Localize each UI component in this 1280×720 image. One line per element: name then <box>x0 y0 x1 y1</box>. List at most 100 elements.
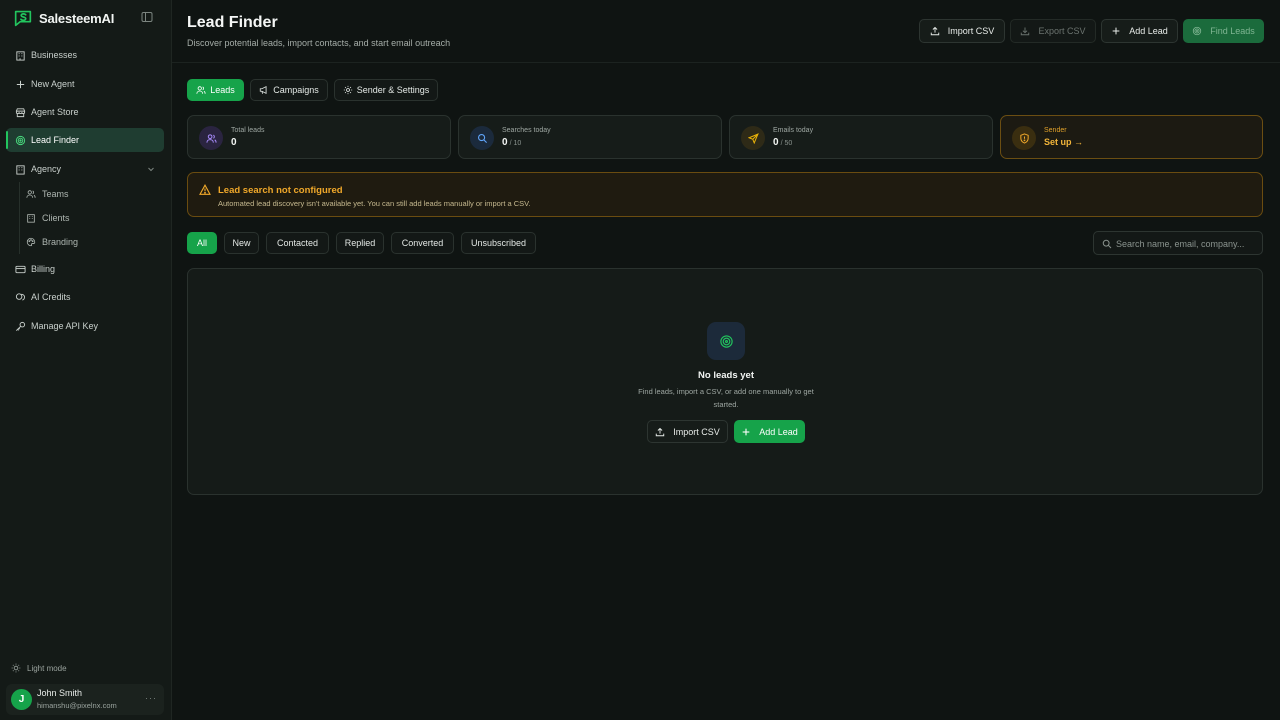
stat-value: 0/ 10 <box>502 137 521 148</box>
find-leads-button[interactable]: Find Leads <box>1183 19 1264 43</box>
stat-value: 0 <box>231 137 237 148</box>
empty-state-title: No leads yet <box>698 370 754 381</box>
sidebar-subitem-label: Teams <box>42 189 69 199</box>
salesteem-logo-icon <box>14 10 32 27</box>
sidebar-subitem-label: Branding <box>42 237 79 247</box>
tab-sender-settings[interactable]: Sender & Settings <box>334 79 438 101</box>
stat-number: 0 <box>773 137 779 148</box>
import-csv-button[interactable]: Import CSV <box>919 19 1005 43</box>
filter-converted[interactable]: Converted <box>391 232 454 254</box>
stat-limit: / 10 <box>509 140 522 147</box>
tab-campaigns[interactable]: Campaigns <box>250 79 328 101</box>
submenu-guide-line <box>19 182 20 254</box>
stat-icon-box <box>470 126 494 150</box>
sidebar-item-new-agent[interactable]: New Agent <box>6 72 164 96</box>
sidebar-item-businesses[interactable]: Businesses <box>6 43 164 67</box>
stat-value: 0/ 50 <box>773 137 792 148</box>
stat-label: Emails today <box>773 127 814 134</box>
stat-icon-box <box>199 126 223 150</box>
brand[interactable]: SalesteemAI <box>12 8 162 28</box>
sidebar-item-label: Billing <box>31 264 56 274</box>
plus-icon <box>1112 27 1120 35</box>
page-title: Lead Finder <box>187 14 278 31</box>
sidebar-item-manage-api-key[interactable]: Manage API Key <box>6 314 164 338</box>
send-icon <box>747 132 759 144</box>
sidebar-subitem-clients[interactable]: Clients <box>26 208 162 228</box>
sidebar-subitem-teams[interactable]: Teams <box>26 184 162 204</box>
empty-state-icon-box <box>707 322 745 360</box>
filter-contacted[interactable]: Contacted <box>266 232 329 254</box>
sidebar-subitem-branding[interactable]: Branding <box>26 232 162 252</box>
sidebar-item-label: Lead Finder <box>31 135 80 145</box>
shield-alert-icon <box>1019 132 1029 144</box>
filter-all[interactable]: All <box>187 232 217 254</box>
stat-label: Searches today <box>502 127 551 134</box>
store-icon <box>15 107 26 117</box>
stat-emails-today: Emails today 0/ 50 <box>729 115 993 159</box>
stat-searches-today: Searches today 0/ 10 <box>458 115 722 159</box>
import-csv-label: Import CSV <box>947 26 995 36</box>
sidebar-item-agency[interactable]: Agency <box>6 157 164 181</box>
users-icon <box>205 133 217 143</box>
export-csv-label: Export CSV <box>1038 26 1086 36</box>
plus-icon <box>742 428 750 435</box>
building-icon <box>16 50 25 61</box>
sidebar-item-label: Agency <box>31 164 62 174</box>
search-icon <box>1102 239 1112 249</box>
chevron-down-icon[interactable] <box>147 165 155 173</box>
empty-add-lead-button[interactable]: Add Lead <box>734 420 805 443</box>
sidebar-subitem-label: Clients <box>42 213 70 223</box>
target-icon <box>719 334 733 348</box>
add-lead-label: Add Lead <box>759 426 798 437</box>
warning-title: Lead search not configured <box>218 185 343 196</box>
sidebar-item-label: Agent Store <box>31 107 79 117</box>
warning-icon <box>199 184 211 195</box>
sidebar-item-label: Businesses <box>31 50 78 60</box>
empty-import-csv-button[interactable]: Import CSV <box>647 420 728 443</box>
sidebar-item-label: Manage API Key <box>31 321 99 331</box>
sidebar-item-agent-store[interactable]: Agent Store <box>6 100 164 124</box>
tab-leads[interactable]: Leads <box>187 79 244 101</box>
sidebar-item-ai-credits[interactable]: AI Credits <box>6 285 164 309</box>
users-icon <box>26 190 36 198</box>
users-icon <box>196 86 206 94</box>
sender-setup-link[interactable]: Set up → <box>1044 137 1083 147</box>
search-input[interactable] <box>1116 236 1258 251</box>
upload-icon <box>656 427 665 436</box>
stat-number: 0 <box>502 137 508 148</box>
search-box[interactable] <box>1093 231 1263 255</box>
tab-label: Campaigns <box>273 85 319 95</box>
user-email: himanshu@pixelnx.com <box>37 701 117 710</box>
empty-state-description: Find leads, import a CSV, or add one man… <box>638 387 814 409</box>
user-name: John Smith <box>37 688 83 698</box>
sidebar-toggle-icon[interactable] <box>141 11 153 23</box>
more-options-icon[interactable]: ··· <box>145 693 157 703</box>
credit-card-icon <box>15 265 26 273</box>
key-icon <box>16 321 26 331</box>
add-lead-label: Add Lead <box>1129 26 1168 36</box>
filter-unsubscribed[interactable]: Unsubscribed <box>461 232 536 254</box>
sidebar-item-lead-finder[interactable]: Lead Finder <box>6 128 164 152</box>
add-lead-button[interactable]: Add Lead <box>1101 19 1178 43</box>
sidebar-item-label: New Agent <box>31 79 75 89</box>
gear-icon <box>343 85 352 95</box>
sidebar-item-billing[interactable]: Billing <box>6 257 164 281</box>
light-mode-label: Light mode <box>27 663 67 673</box>
user-profile-card[interactable]: J John Smith himanshu@pixelnx.com ··· <box>6 684 164 715</box>
leads-panel: No leads yet Find leads, import a CSV, o… <box>187 268 1263 495</box>
tab-label: Sender & Settings <box>356 85 430 95</box>
target-icon <box>15 135 26 145</box>
stat-icon-box <box>1012 126 1036 150</box>
building-icon <box>27 214 35 223</box>
target-icon <box>1193 26 1202 36</box>
sun-icon <box>11 663 21 673</box>
stat-sender[interactable]: Sender Set up → <box>1000 115 1263 159</box>
stat-icon-box <box>741 126 765 150</box>
light-mode-toggle[interactable]: Light mode <box>11 663 67 673</box>
find-leads-label: Find Leads <box>1210 26 1255 36</box>
filter-new[interactable]: New <box>224 232 259 254</box>
export-csv-button[interactable]: Export CSV <box>1010 19 1096 43</box>
filter-replied[interactable]: Replied <box>336 232 384 254</box>
plus-icon <box>16 80 25 88</box>
stat-label: Total leads <box>231 127 265 134</box>
